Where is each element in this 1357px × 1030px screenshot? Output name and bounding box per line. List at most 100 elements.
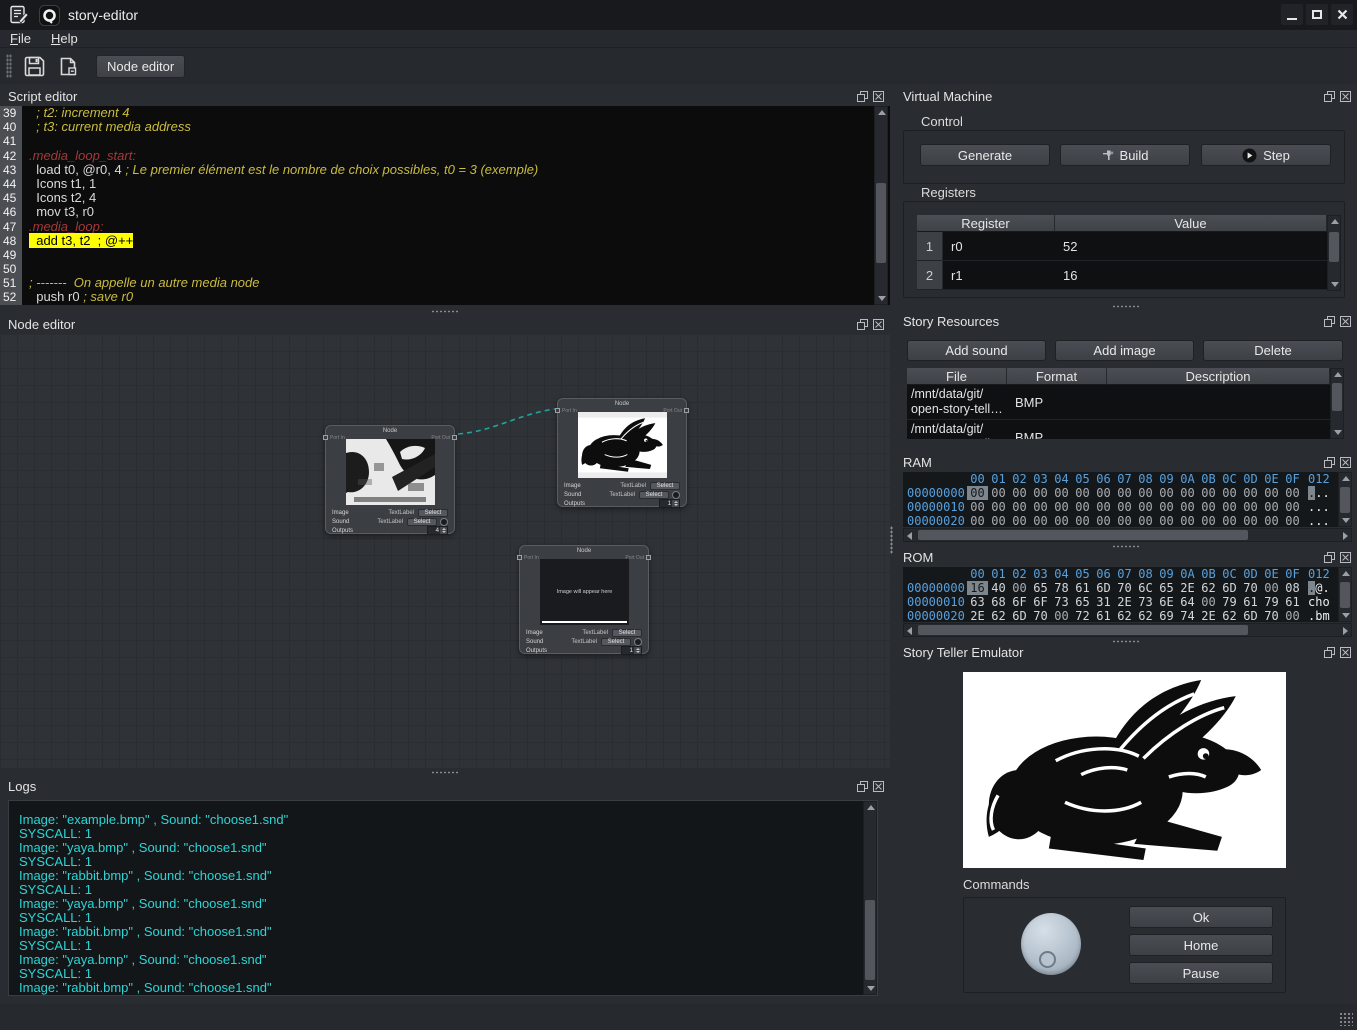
generate-button[interactable]: Generate [920,144,1050,166]
hex-byte[interactable]: 00 [1051,609,1072,622]
hex-byte[interactable]: 00 [1198,595,1219,609]
close-dock-icon[interactable] [1340,91,1351,102]
splitter-script-node[interactable] [0,308,890,314]
play-sound-icon[interactable] [440,518,448,526]
export-document-icon[interactable] [54,52,82,80]
maximize-button[interactable] [1306,4,1328,25]
hex-byte[interactable]: 00 [1051,514,1072,527]
select-image-button[interactable]: Select [418,509,448,517]
description-column-header[interactable]: Description [1107,368,1330,385]
hex-byte[interactable]: 61 [1240,595,1261,609]
hex-byte[interactable]: 70 [1030,609,1051,622]
hex-byte[interactable]: 61 [1093,609,1114,622]
hex-byte[interactable]: 00 [1093,500,1114,514]
hex-byte[interactable]: 00 [1261,514,1282,527]
hex-byte[interactable]: 00 [1051,500,1072,514]
media-node-yaya[interactable]: Node Port In Port Out ImageTextLabelSele… [325,425,455,534]
register-row[interactable]: 2r116 [917,261,1327,290]
hex-byte[interactable]: 00 [1114,514,1135,527]
hex-byte[interactable]: 00 [1198,500,1219,514]
hex-byte[interactable]: 08 [1282,581,1303,595]
hex-byte[interactable]: 73 [1135,595,1156,609]
hex-byte[interactable]: 73 [1051,595,1072,609]
hex-byte[interactable]: 00 [1177,500,1198,514]
logs-scrollbar[interactable] [863,801,877,995]
hex-byte[interactable]: 65 [1030,581,1051,595]
rom-vscrollbar[interactable] [1338,567,1352,622]
close-dock-icon[interactable] [873,319,884,330]
hex-byte[interactable]: 61 [1072,581,1093,595]
toolbar-grip[interactable] [6,54,12,78]
hex-byte[interactable]: 00 [1282,500,1303,514]
hex-byte[interactable]: 61 [1282,595,1303,609]
hex-byte[interactable]: 00 [1072,514,1093,527]
float-dock-icon[interactable] [1324,552,1335,563]
hex-byte[interactable]: 70 [1261,609,1282,622]
rotary-knob[interactable] [1021,913,1081,975]
splitter-columns[interactable] [888,84,894,996]
hex-byte[interactable]: 6F [1009,595,1030,609]
hex-byte[interactable]: 62 [1114,609,1135,622]
close-dock-icon[interactable] [873,781,884,792]
hex-byte[interactable]: 78 [1051,581,1072,595]
script-editor-scrollbar[interactable] [874,106,888,305]
media-node-rabbit[interactable]: Node Port In Port Out ImageTextLabelSele… [557,398,687,507]
step-button[interactable]: Step [1201,144,1331,166]
hex-byte[interactable]: 00 [1219,514,1240,527]
hex-byte[interactable]: 00 [988,500,1009,514]
hex-byte[interactable]: 68 [988,595,1009,609]
float-dock-icon[interactable] [1324,647,1335,658]
ram-vscrollbar[interactable] [1338,472,1352,527]
hex-byte[interactable]: 00 [1030,486,1051,500]
hex-byte[interactable]: 00 [1219,486,1240,500]
hex-byte[interactable]: 79 [1261,595,1282,609]
hex-byte[interactable]: 79 [1219,595,1240,609]
hex-byte[interactable]: 00 [967,486,988,500]
close-dock-icon[interactable] [1340,316,1351,327]
hex-byte[interactable]: 62 [1135,609,1156,622]
port-in-connector[interactable] [517,555,522,560]
hex-byte[interactable]: 00 [967,514,988,527]
hex-byte[interactable]: 00 [1009,581,1030,595]
hex-byte[interactable]: 00 [1240,514,1261,527]
port-in-connector[interactable] [555,408,560,413]
minimize-button[interactable] [1281,4,1303,25]
outputs-spinbox[interactable]: 1 [621,646,642,655]
node-editor-toolbar-button[interactable]: Node editor [96,55,185,78]
format-column-header[interactable]: Format [1007,368,1107,385]
hex-byte[interactable]: 6C [1135,581,1156,595]
float-dock-icon[interactable] [857,781,868,792]
save-icon[interactable] [20,52,48,80]
play-sound-icon[interactable] [672,491,680,499]
hex-byte[interactable]: 00 [1240,486,1261,500]
hex-byte[interactable]: 00 [1282,514,1303,527]
hex-byte[interactable]: 72 [1072,609,1093,622]
home-button[interactable]: Home [1129,934,1273,956]
splitter-vm-resources[interactable] [895,303,1357,309]
hex-byte[interactable]: 00 [1009,486,1030,500]
resources-scrollbar[interactable] [1330,368,1344,439]
hex-byte[interactable]: 00 [1282,609,1303,622]
registers-scrollbar[interactable] [1327,215,1341,291]
hex-byte[interactable]: 65 [1072,595,1093,609]
hex-byte[interactable]: 00 [1009,500,1030,514]
hex-byte[interactable]: 6D [1240,609,1261,622]
hex-byte[interactable]: 62 [988,609,1009,622]
hex-byte[interactable]: 00 [967,500,988,514]
add-image-button[interactable]: Add image [1055,340,1194,361]
hex-byte[interactable]: 69 [1156,609,1177,622]
hex-byte[interactable]: 00 [1240,500,1261,514]
select-sound-button[interactable]: Select [407,518,437,526]
hex-byte[interactable]: 00 [1219,500,1240,514]
hex-byte[interactable]: 00 [1156,486,1177,500]
hex-byte[interactable]: 00 [1114,500,1135,514]
hex-byte[interactable]: 2E [1198,609,1219,622]
float-dock-icon[interactable] [1324,316,1335,327]
hex-byte[interactable]: 64 [1177,595,1198,609]
menu-help[interactable]: Help [41,30,88,48]
hex-byte[interactable]: 00 [1135,486,1156,500]
hex-byte[interactable]: 74 [1177,609,1198,622]
play-sound-icon[interactable] [634,638,642,646]
port-out-connector[interactable] [452,435,457,440]
hex-byte[interactable]: 00 [1093,486,1114,500]
